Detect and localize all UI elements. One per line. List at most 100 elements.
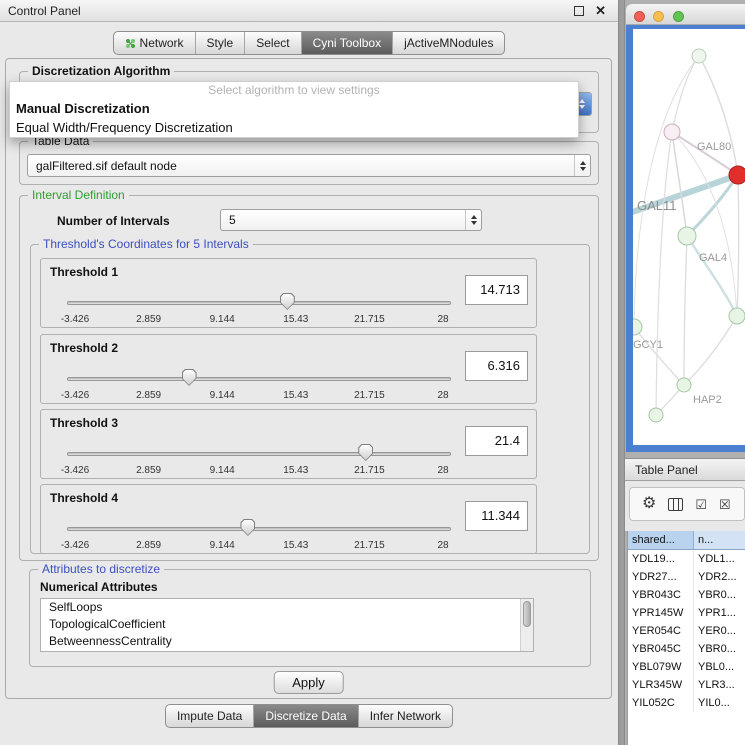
tab-cyni-toolbox[interactable]: Cyni Toolbox — [301, 32, 392, 54]
close-button[interactable] — [634, 11, 645, 22]
dropdown-option-manual-discretization[interactable]: Manual Discretization — [10, 99, 578, 118]
cell-shared-name[interactable]: YDL19... — [628, 550, 694, 568]
cell-name[interactable]: YBR0... — [694, 586, 745, 604]
select-all-checkbox-icon[interactable]: ☑ — [695, 498, 707, 511]
network-node[interactable] — [633, 319, 642, 335]
slider-thumb[interactable] — [358, 444, 373, 461]
tab-jactivemnodules[interactable]: jActiveMNodules — [392, 32, 504, 54]
scrollbar-thumb[interactable] — [523, 601, 531, 627]
slider-track[interactable] — [67, 452, 451, 456]
tab-label: Cyni Toolbox — [313, 36, 381, 50]
cell-name[interactable]: YDL1... — [694, 550, 745, 568]
cell-name[interactable]: YDR2... — [694, 568, 745, 586]
table-row[interactable]: YPR145W YPR1... — [628, 604, 745, 622]
cell-name[interactable]: YIL0... — [694, 694, 745, 712]
network-node[interactable] — [729, 308, 745, 324]
threshold-2-slider[interactable]: -3.426 2.859 9.144 15.43 21.715 28 — [43, 368, 463, 402]
cell-shared-name[interactable]: YIL052C — [628, 694, 694, 712]
slider-thumb[interactable] — [280, 293, 295, 310]
tick-label: 15.43 — [283, 390, 308, 401]
control-panel-title: Control Panel — [8, 4, 81, 18]
threshold-value-field[interactable]: 21.4 — [465, 426, 528, 456]
table-row[interactable]: YLR345W YLR3... — [628, 676, 745, 694]
network-node[interactable] — [649, 408, 663, 422]
numerical-attributes-label: Numerical Attributes — [40, 580, 158, 594]
settings-gear-icon[interactable]: ⚙ — [642, 496, 656, 512]
tab-style[interactable]: Style — [195, 32, 245, 54]
table-panel-toolbar: ⚙ ☑ ☒ — [625, 481, 745, 531]
float-window-icon[interactable] — [574, 6, 584, 16]
combobox-stepper-icon[interactable] — [465, 210, 481, 230]
top-tab-bar: Network Style Select Cyni Toolbox jActiv… — [0, 31, 618, 55]
column-header-name[interactable]: n... — [694, 531, 745, 550]
cell-shared-name[interactable]: YER054C — [628, 622, 694, 640]
cell-shared-name[interactable]: YLR345W — [628, 676, 694, 694]
cell-shared-name[interactable]: YPR145W — [628, 604, 694, 622]
apply-button[interactable]: Apply — [273, 671, 344, 694]
slider-thumb[interactable] — [240, 519, 255, 536]
cell-name[interactable]: YBL0... — [694, 658, 745, 676]
close-icon[interactable]: ✕ — [595, 3, 606, 19]
table-row[interactable]: YBL079W YBL0... — [628, 658, 745, 676]
dropdown-option-equal-width-frequency[interactable]: Equal Width/Frequency Discretization — [10, 118, 578, 137]
network-node[interactable] — [692, 49, 706, 63]
cell-shared-name[interactable]: YDR27... — [628, 568, 694, 586]
tab-label: Network — [140, 36, 184, 50]
threshold-4-slider[interactable]: -3.426 2.859 9.144 15.43 21.715 28 — [43, 518, 463, 552]
threshold-label: Threshold 3 — [50, 416, 118, 430]
list-scrollbar[interactable] — [520, 599, 533, 651]
tick-label: 2.859 — [136, 465, 161, 476]
cell-shared-name[interactable]: YBR045C — [628, 640, 694, 658]
panel-divider[interactable] — [618, 0, 625, 745]
table-row[interactable]: YBR043C YBR0... — [628, 586, 745, 604]
tab-network[interactable]: Network — [114, 32, 195, 54]
network-node[interactable] — [678, 227, 696, 245]
columns-icon[interactable] — [668, 498, 683, 511]
threshold-label: Threshold 4 — [50, 491, 118, 505]
slider-track[interactable] — [67, 527, 451, 531]
slider-track[interactable] — [67, 301, 451, 305]
table-row[interactable]: YBR045C YBR0... — [628, 640, 745, 658]
threshold-1-slider[interactable]: -3.426 2.859 9.144 15.43 21.715 28 — [43, 292, 463, 326]
cell-name[interactable]: YPR1... — [694, 604, 745, 622]
number-of-intervals-combobox[interactable]: 5 — [220, 209, 482, 231]
network-node[interactable] — [664, 124, 680, 140]
minimize-button[interactable] — [653, 11, 664, 22]
attributes-group: Attributes to discretize Numerical Attri… — [29, 569, 591, 667]
table-row[interactable]: YDR27... YDR2... — [628, 568, 745, 586]
combobox-stepper-icon[interactable] — [574, 155, 590, 176]
cell-name[interactable]: YER0... — [694, 622, 745, 640]
list-item[interactable]: SelfLoops — [41, 599, 533, 616]
table-row[interactable]: YER054C YER0... — [628, 622, 745, 640]
tick-label: 28 — [437, 465, 448, 476]
tab-infer-network[interactable]: Infer Network — [358, 705, 452, 727]
threshold-value-field[interactable]: 14.713 — [465, 275, 528, 305]
list-item[interactable]: BetweennessCentrality — [41, 633, 533, 650]
column-header-shared-name[interactable]: shared... — [628, 531, 694, 550]
tick-label: 2.859 — [136, 314, 161, 325]
cell-shared-name[interactable]: YBL079W — [628, 658, 694, 676]
network-canvas[interactable]: GAL80GAL11GAL4GCY1HAP2 — [633, 29, 745, 445]
tab-discretize-data[interactable]: Discretize Data — [253, 705, 357, 727]
threshold-3-slider[interactable]: -3.426 2.859 9.144 15.43 21.715 28 — [43, 443, 463, 477]
tick-label: 15.43 — [283, 314, 308, 325]
tab-impute-data[interactable]: Impute Data — [166, 705, 253, 727]
table-row[interactable]: YDL19... YDL1... — [628, 550, 745, 568]
threshold-label: Threshold 2 — [50, 341, 118, 355]
table-data-combobox[interactable]: galFiltered.sif default node — [27, 154, 591, 177]
slider-track[interactable] — [67, 377, 451, 381]
threshold-value-field[interactable]: 6.316 — [465, 351, 528, 381]
cell-shared-name[interactable]: YBR043C — [628, 586, 694, 604]
zoom-button[interactable] — [673, 11, 684, 22]
deselect-checkbox-icon[interactable]: ☒ — [719, 498, 731, 511]
tab-select[interactable]: Select — [244, 32, 300, 54]
slider-thumb[interactable] — [182, 369, 197, 386]
tick-label: 9.144 — [210, 540, 235, 551]
network-node[interactable] — [729, 166, 745, 184]
list-item[interactable]: TopologicalCoefficient — [41, 616, 533, 633]
table-row[interactable]: YIL052C YIL0... — [628, 694, 745, 712]
cell-name[interactable]: YBR0... — [694, 640, 745, 658]
threshold-value-field[interactable]: 11.344 — [465, 501, 528, 531]
cell-name[interactable]: YLR3... — [694, 676, 745, 694]
network-node[interactable] — [677, 378, 691, 392]
